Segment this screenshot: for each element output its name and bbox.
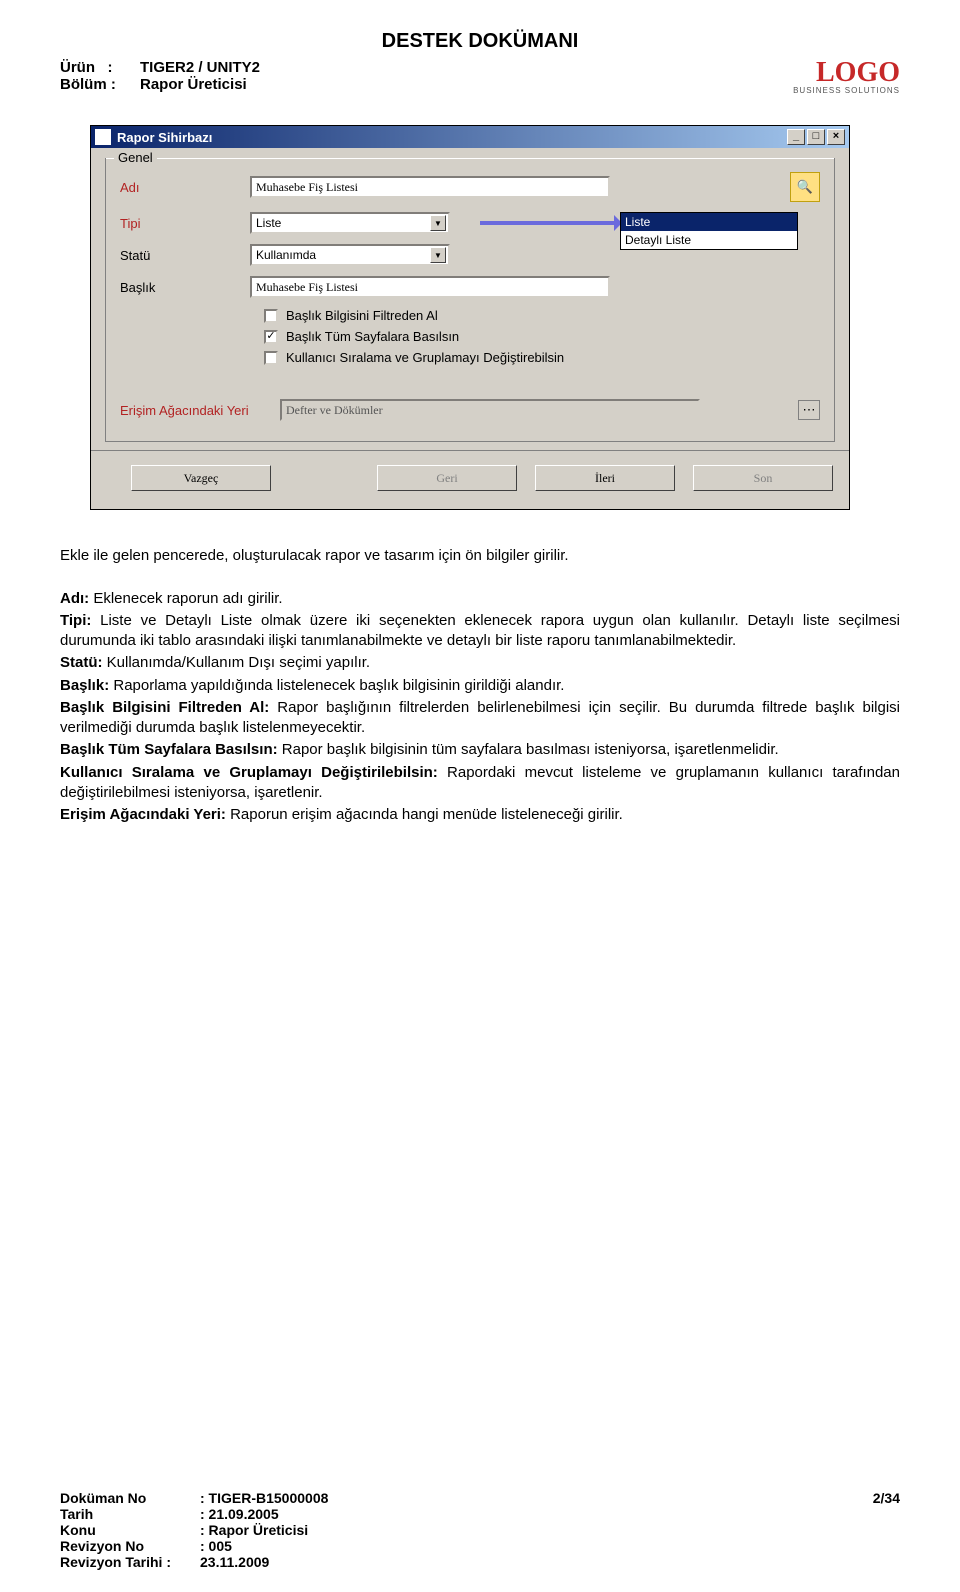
revno-value: : 005: [200, 1538, 232, 1554]
row-tipi: Tipi Liste ▼ Liste Detaylı Liste: [120, 212, 820, 234]
baslik-label: Başlık:: [60, 677, 109, 694]
doc-header: Ürün : TIGER2 / UNITY2 Bölüm : Rapor Üre…: [60, 59, 900, 95]
select-tipi[interactable]: Liste ▼: [250, 212, 450, 234]
tipi-option-detayli[interactable]: Detaylı Liste: [621, 231, 797, 249]
checkbox-tum-sayfalara[interactable]: ✓: [264, 330, 278, 344]
annotation-arrow: [480, 221, 620, 225]
checkbox-label: Kullanıcı Sıralama ve Gruplamayı Değişti…: [286, 350, 564, 365]
checkbox-label: Başlık Tüm Sayfalara Basılsın: [286, 329, 459, 344]
close-button[interactable]: ×: [827, 129, 845, 145]
intro-text: Ekle ile gelen pencerede, oluşturulacak …: [60, 546, 900, 566]
adi-text: Eklenecek raporun adı girilir.: [89, 590, 282, 607]
btsb-text: Rapor başlık bilgisinin tüm sayfalara ba…: [278, 741, 779, 758]
tarih-value: : 21.09.2005: [200, 1506, 279, 1522]
select-tipi-value: Liste: [256, 216, 430, 230]
btsb-label: Başlık Tüm Sayfalara Basılsın:: [60, 741, 278, 758]
section-label: Bölüm :: [60, 76, 140, 93]
select-statu-value: Kullanımda: [256, 248, 430, 262]
bfa-label: Başlık Bilgisini Filtreden Al:: [60, 699, 269, 716]
section-value: Rapor Üreticisi: [140, 76, 247, 93]
wizard-buttons: Vazgeç Geri İleri Son: [91, 450, 849, 509]
revtarih-label: Revizyon Tarihi :: [60, 1554, 200, 1570]
checkbox-filtreden-al[interactable]: [264, 309, 278, 323]
select-statu[interactable]: Kullanımda ▼: [250, 244, 450, 266]
dokuman-no-value: : TIGER-B15000008: [200, 1490, 328, 1506]
erisim-picker-icon[interactable]: ⋯: [798, 400, 820, 420]
row-erisim: Erişim Ağacındaki Yeri ⋯: [120, 399, 820, 421]
window-titlebar[interactable]: Rapor Sihirbazı _ □ ×: [91, 126, 849, 148]
input-baslik[interactable]: [250, 276, 610, 298]
footer: Doküman No: TIGER-B15000008 Tarih: 21.09…: [60, 1490, 900, 1570]
input-erisim: [280, 399, 700, 421]
tipi-text: Liste ve Detaylı Liste olmak üzere iki s…: [60, 612, 900, 649]
checkbox-label: Başlık Bilgisini Filtreden Al: [286, 308, 438, 323]
konu-value: : Rapor Üreticisi: [200, 1522, 308, 1538]
page-number: 2/34: [873, 1490, 900, 1570]
label-adi: Adı: [120, 180, 250, 195]
wizard-window: Rapor Sihirbazı _ □ × Genel Adı 🔍 Tipi L…: [90, 125, 850, 510]
adi-picker-icon[interactable]: 🔍: [790, 172, 820, 202]
back-button[interactable]: Geri: [377, 465, 517, 491]
check-filtreden-al[interactable]: Başlık Bilgisini Filtreden Al: [264, 308, 820, 323]
maximize-button[interactable]: □: [807, 129, 825, 145]
general-group: Genel Adı 🔍 Tipi Liste ▼ Liste Detaylı L…: [105, 158, 835, 442]
check-tum-sayfalara[interactable]: ✓ Başlık Tüm Sayfalara Basılsın: [264, 329, 820, 344]
doc-header-left: Ürün : TIGER2 / UNITY2 Bölüm : Rapor Üre…: [60, 59, 260, 93]
label-baslik: Başlık: [120, 280, 250, 295]
dokuman-no-label: Doküman No: [60, 1490, 200, 1506]
label-statu: Statü: [120, 248, 250, 263]
label-erisim: Erişim Ağacındaki Yeri: [120, 403, 280, 418]
statu-label: Statü:: [60, 654, 103, 671]
revtarih-value: 23.11.2009: [200, 1554, 269, 1570]
input-adi[interactable]: [250, 176, 610, 198]
baslik-text: Raporlama yapıldığında listelenecek başl…: [109, 677, 564, 694]
check-siralama-gruplama[interactable]: Kullanıcı Sıralama ve Gruplamayı Değişti…: [264, 350, 820, 365]
label-tipi: Tipi: [120, 216, 250, 231]
product-label: Ürün :: [60, 59, 140, 76]
chevron-down-icon[interactable]: ▼: [430, 247, 446, 263]
body-text: Ekle ile gelen pencerede, oluşturulacak …: [60, 546, 900, 825]
finish-button[interactable]: Son: [693, 465, 833, 491]
tipi-option-liste[interactable]: Liste: [621, 213, 797, 231]
minimize-button[interactable]: _: [787, 129, 805, 145]
page-title: DESTEK DOKÜMANI: [60, 30, 900, 53]
eay-label: Erişim Ağacındaki Yeri:: [60, 806, 226, 823]
row-adi: Adı 🔍: [120, 172, 820, 202]
group-legend: Genel: [114, 150, 157, 165]
next-button[interactable]: İleri: [535, 465, 675, 491]
window-title: Rapor Sihirbazı: [117, 130, 787, 145]
tipi-label: Tipi:: [60, 612, 91, 629]
eay-text: Raporun erişim ağacında hangi menüde lis…: [226, 806, 623, 823]
window-controls: _ □ ×: [787, 129, 845, 145]
cancel-button[interactable]: Vazgeç: [131, 465, 271, 491]
tipi-dropdown-list[interactable]: Liste Detaylı Liste: [620, 212, 798, 250]
logo: LOGO BUSINESS SOLUTIONS: [793, 59, 900, 95]
konu-label: Konu: [60, 1522, 200, 1538]
tarih-label: Tarih: [60, 1506, 200, 1522]
ksg-label: Kullanıcı Sıralama ve Gruplamayı Değişti…: [60, 764, 438, 781]
window-app-icon: [95, 129, 111, 145]
chevron-down-icon[interactable]: ▼: [430, 215, 446, 231]
adi-label: Adı:: [60, 590, 89, 607]
row-baslik: Başlık: [120, 276, 820, 298]
logo-text: LOGO: [793, 59, 900, 87]
statu-text: Kullanımda/Kullanım Dışı seçimi yapılır.: [103, 654, 371, 671]
checkbox-siralama-gruplama[interactable]: [264, 351, 278, 365]
revno-label: Revizyon No: [60, 1538, 200, 1554]
product-value: TIGER2 / UNITY2: [140, 59, 260, 76]
logo-subtext: BUSINESS SOLUTIONS: [793, 87, 900, 95]
footer-meta: Doküman No: TIGER-B15000008 Tarih: 21.09…: [60, 1490, 328, 1570]
